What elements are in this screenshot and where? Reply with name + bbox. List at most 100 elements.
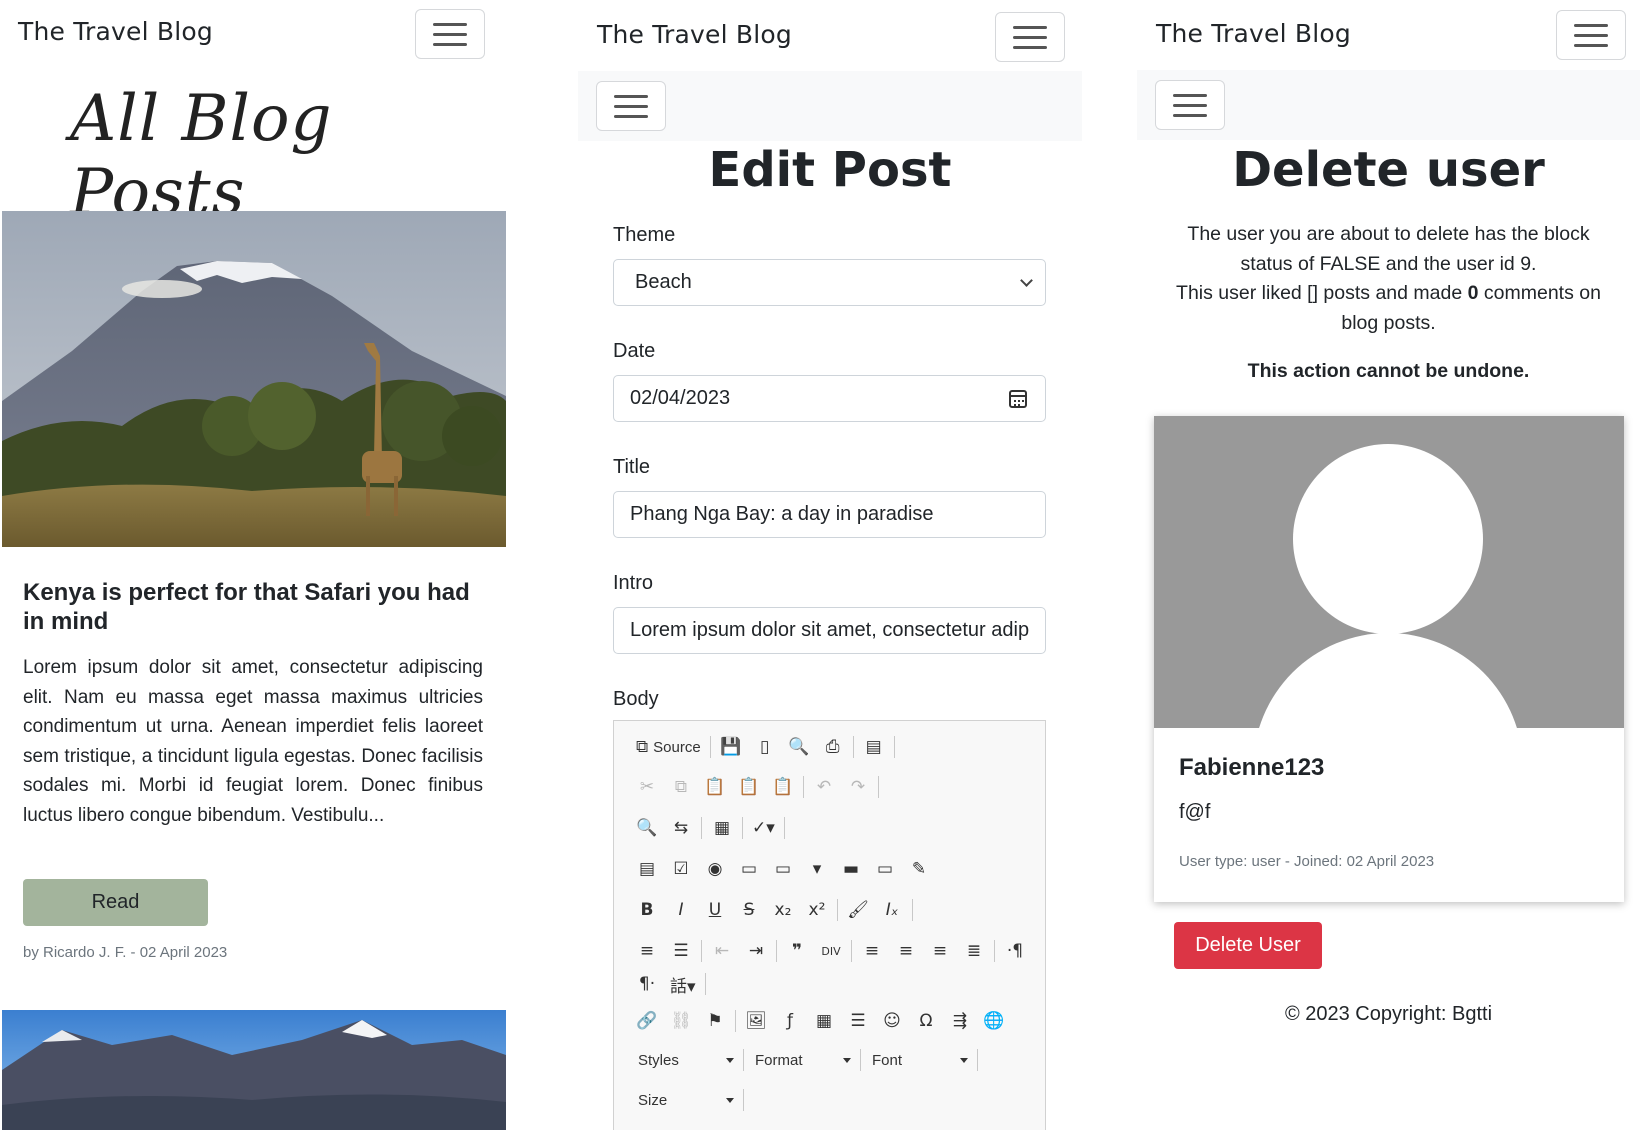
- delete-warning: This action cannot be undone.: [1247, 360, 1530, 382]
- special-char-icon[interactable]: Ω: [909, 1006, 943, 1036]
- paste-icon[interactable]: 📋: [698, 772, 732, 802]
- image-icon[interactable]: 🖼: [739, 1006, 773, 1036]
- intro-input[interactable]: [613, 607, 1046, 654]
- date-label: Date: [613, 340, 656, 362]
- username: Fabienne123: [1179, 754, 1325, 781]
- post-title[interactable]: Kenya is perfect for that Safari you had…: [23, 578, 473, 636]
- intro-label: Intro: [613, 572, 654, 594]
- iframe-globe-icon[interactable]: 🌐: [977, 1006, 1011, 1036]
- flash-icon[interactable]: ƒ: [773, 1006, 807, 1036]
- radio-icon[interactable]: ◉: [698, 854, 732, 884]
- textarea-icon[interactable]: ▭: [766, 854, 800, 884]
- cut-icon[interactable]: ✂: [630, 772, 664, 802]
- secondary-navbar: [1137, 70, 1640, 140]
- strikethrough-icon[interactable]: S: [732, 895, 766, 925]
- paste-word-icon[interactable]: 📋: [766, 772, 800, 802]
- navbar-brand[interactable]: The Travel Blog: [1156, 19, 1351, 48]
- calendar-icon[interactable]: [1009, 390, 1027, 408]
- table-icon[interactable]: ▦: [807, 1006, 841, 1036]
- indent-icon[interactable]: ⇥: [739, 936, 773, 966]
- rich-text-editor[interactable]: ⧉ Source 💾 ▯ 🔍 ⎙ ▤ ✂ ⧉ 📋 📋 📋 ↶ ↷ 🔍 ⇆ ▦ ✓…: [613, 720, 1046, 1130]
- div-container-icon[interactable]: DIV: [814, 936, 848, 966]
- edit-post-panel: The Travel Blog Edit Post Theme Beach Da…: [578, 0, 1082, 1130]
- underline-icon[interactable]: U: [698, 895, 732, 925]
- copy-icon[interactable]: ⧉: [664, 772, 698, 802]
- theme-select[interactable]: Beach: [613, 259, 1046, 306]
- delete-user-button[interactable]: Delete User: [1174, 922, 1322, 969]
- rtl-icon[interactable]: ¶·: [630, 969, 664, 999]
- navbar-brand[interactable]: The Travel Blog: [18, 17, 213, 46]
- delete-info-line1: The user you are about to delete has the…: [1187, 223, 1590, 275]
- anchor-flag-icon[interactable]: ⚑: [698, 1006, 732, 1036]
- superscript-icon[interactable]: x²: [800, 895, 834, 925]
- unlink-icon[interactable]: ⛓: [664, 1006, 698, 1036]
- redo-icon[interactable]: ↷: [841, 772, 875, 802]
- save-icon[interactable]: 💾: [714, 732, 748, 762]
- source-button[interactable]: ⧉ Source: [630, 732, 707, 762]
- new-page-icon[interactable]: ▯: [748, 732, 782, 762]
- page-title: Edit Post: [708, 142, 952, 198]
- textfield-icon[interactable]: ▭: [732, 854, 766, 884]
- blockquote-icon[interactable]: ❞: [780, 936, 814, 966]
- navbar-toggler-button[interactable]: [1556, 10, 1626, 60]
- title-field[interactable]: [630, 503, 1029, 526]
- read-button[interactable]: Read: [23, 879, 208, 926]
- form-icon[interactable]: ▤: [630, 854, 664, 884]
- templates-icon[interactable]: ▤: [857, 732, 891, 762]
- styles-combo[interactable]: Styles: [630, 1045, 740, 1075]
- spellcheck-icon[interactable]: ✓▾: [746, 813, 781, 843]
- preview-icon[interactable]: 🔍: [782, 732, 816, 762]
- theme-label: Theme: [613, 224, 676, 246]
- font-combo[interactable]: Font: [864, 1045, 974, 1075]
- navbar-brand[interactable]: The Travel Blog: [597, 20, 792, 49]
- undo-icon[interactable]: ↶: [807, 772, 841, 802]
- intro-field[interactable]: [630, 619, 1029, 642]
- user-email: f@f: [1179, 801, 1211, 823]
- bulleted-list-icon[interactable]: ☰: [664, 936, 698, 966]
- paste-text-icon[interactable]: 📋: [732, 772, 766, 802]
- find-icon[interactable]: 🔍: [630, 813, 664, 843]
- ltr-icon[interactable]: ·¶: [998, 936, 1032, 966]
- navbar-toggler-button[interactable]: [415, 9, 485, 59]
- image-button-icon[interactable]: ▭: [868, 854, 902, 884]
- post-byline: by Ricardo J. F. - 02 April 2023: [23, 944, 228, 961]
- language-icon[interactable]: 話▾: [664, 969, 702, 999]
- print-icon[interactable]: ⎙: [816, 732, 850, 762]
- checkbox-icon[interactable]: ☑: [664, 854, 698, 884]
- secondary-toggler-button[interactable]: [596, 81, 666, 131]
- select-all-icon[interactable]: ▦: [705, 813, 739, 843]
- toolbar-row-clipboard: ✂ ⧉ 📋 📋 📋 ↶ ↷: [630, 772, 882, 802]
- replace-icon[interactable]: ⇆: [664, 813, 698, 843]
- page-break-icon[interactable]: ⇶: [943, 1006, 977, 1036]
- secondary-toggler-button[interactable]: [1155, 80, 1225, 130]
- post-image-kilimanjaro-giraffe[interactable]: [2, 211, 506, 547]
- page-title: Delete user: [1232, 142, 1545, 198]
- navbar-toggler-button[interactable]: [995, 12, 1065, 62]
- align-left-icon[interactable]: ≡: [855, 936, 889, 966]
- toolbar-row-paragraph: ≡ ☰ ⇤ ⇥ ❞ DIV ≡ ≡ ≡ ≣ ·¶: [630, 936, 1032, 966]
- hidden-field-icon[interactable]: ✎: [902, 854, 936, 884]
- select-field-icon[interactable]: ▾: [800, 854, 834, 884]
- align-right-icon[interactable]: ≡: [923, 936, 957, 966]
- size-combo[interactable]: Size: [630, 1085, 740, 1115]
- subscript-icon[interactable]: x₂: [766, 895, 800, 925]
- italic-icon[interactable]: I: [664, 895, 698, 925]
- button-field-icon[interactable]: ▬: [834, 854, 868, 884]
- bold-icon[interactable]: B: [630, 895, 664, 925]
- remove-format-icon[interactable]: Iₓ: [875, 895, 909, 925]
- source-icon: ⧉: [636, 737, 649, 757]
- outdent-icon[interactable]: ⇤: [705, 936, 739, 966]
- align-center-icon[interactable]: ≡: [889, 936, 923, 966]
- link-icon[interactable]: 🔗: [630, 1006, 664, 1036]
- format-combo[interactable]: Format: [747, 1045, 857, 1075]
- post-image-mountains[interactable]: [2, 1010, 506, 1130]
- toolbar-row-editing: 🔍 ⇆ ▦ ✓▾: [630, 813, 788, 843]
- copy-formatting-icon[interactable]: 🖌: [841, 895, 875, 925]
- date-input[interactable]: 02/04/2023: [613, 375, 1046, 422]
- title-input[interactable]: [613, 491, 1046, 538]
- justify-icon[interactable]: ≣: [957, 936, 991, 966]
- horizontal-line-icon[interactable]: ☰: [841, 1006, 875, 1036]
- smiley-icon[interactable]: ☺: [875, 1006, 909, 1036]
- numbered-list-icon[interactable]: ≡: [630, 936, 664, 966]
- toolbar-row-paragraph-2: ¶· 話▾: [630, 969, 709, 999]
